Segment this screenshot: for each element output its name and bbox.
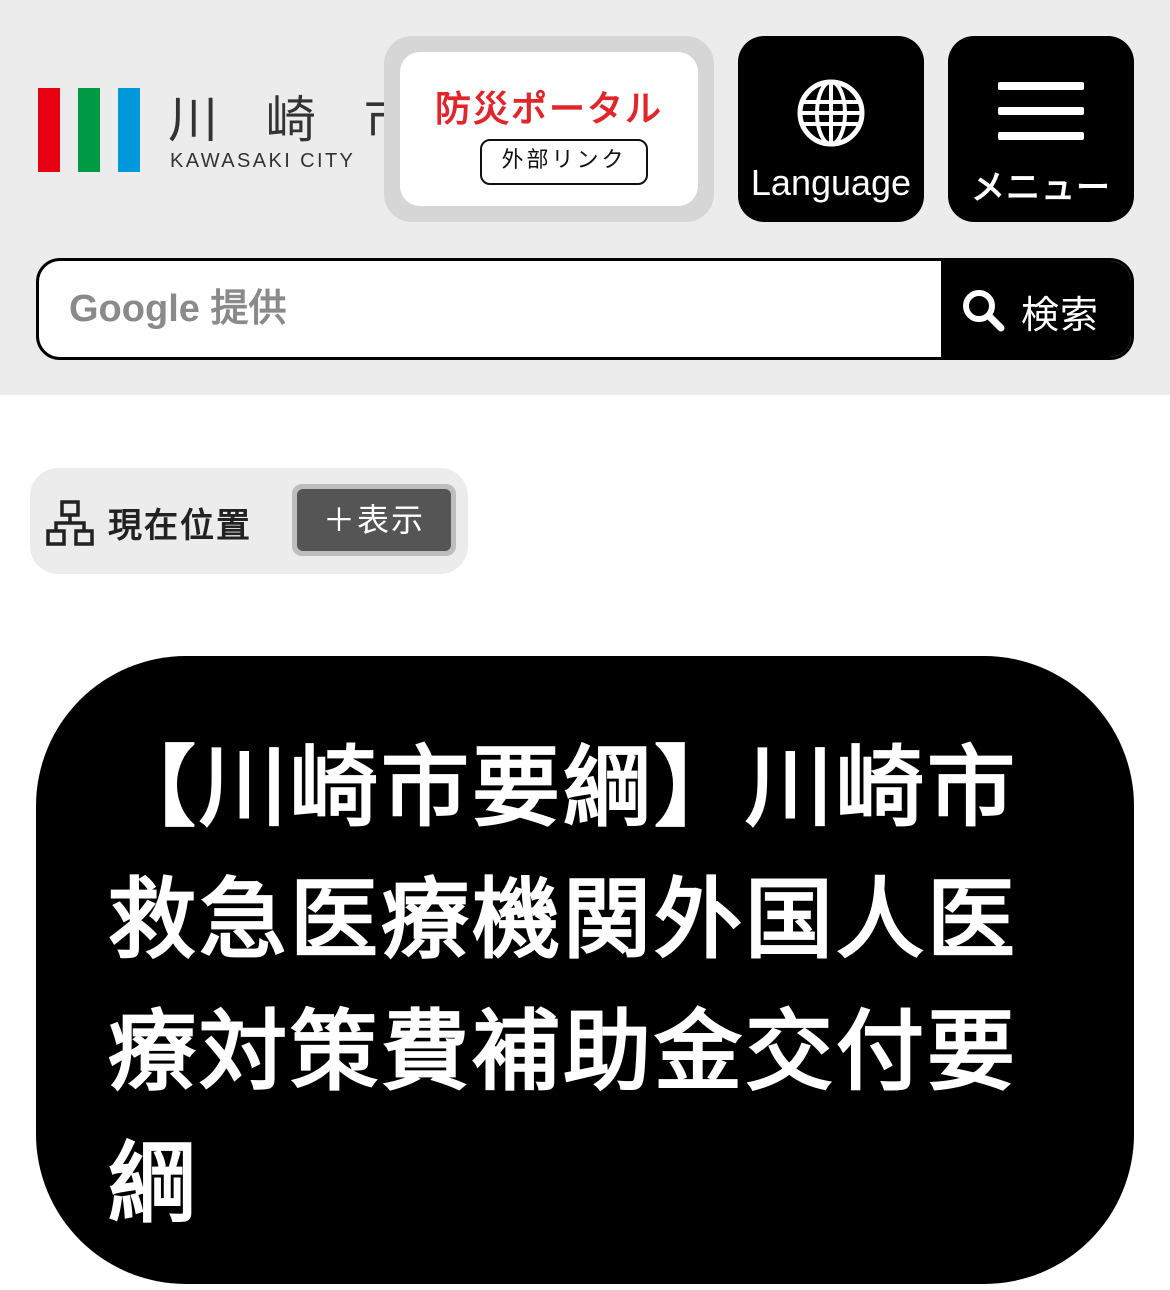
logo-roman-text: KAWASAKI CITY [170, 150, 356, 172]
menu-button-label: メニュー [971, 168, 1111, 208]
search-button-label: 検索 [1021, 293, 1100, 337]
breadcrumb: 現在位置 ＋表示 [30, 468, 468, 574]
language-button-label: Language [750, 162, 912, 203]
disaster-portal-link[interactable]: 防災ポータル 外部リンク [384, 36, 714, 222]
site-search: 検索 [36, 258, 1134, 360]
breadcrumb-show-button[interactable]: ＋表示 [297, 489, 451, 551]
disaster-portal-label: 防災ポータル [434, 89, 663, 130]
hamburger-icon [998, 82, 1084, 140]
site-header: 川 崎 市 KAWASAKI CITY 防災ポータル 外部リンク Languag… [0, 0, 1170, 395]
menu-button[interactable]: メニュー [948, 36, 1134, 222]
sitemap-icon [46, 500, 94, 546]
logo-bar-blue [118, 88, 140, 172]
external-link-badge: 外部リンク [480, 139, 648, 185]
breadcrumb-label: 現在位置 [108, 506, 252, 546]
language-button[interactable]: Language [738, 36, 924, 222]
logo-color-bars [36, 88, 146, 172]
search-input[interactable] [39, 261, 941, 357]
page-title: 【川崎市要綱】川崎市救急医療機関外国人医療対策費補助金交付要綱 [108, 736, 1019, 1235]
kawasaki-city-logo[interactable]: 川 崎 市 KAWASAKI CITY [36, 84, 414, 174]
search-button[interactable]: 検索 [941, 261, 1131, 357]
disaster-portal-card: 防災ポータル 外部リンク [400, 52, 698, 206]
breadcrumb-toggle-frame: ＋表示 [292, 484, 456, 556]
logo-bar-red [38, 88, 60, 172]
page-title-box: 【川崎市要綱】川崎市救急医療機関外国人医療対策費補助金交付要綱 [36, 656, 1134, 1284]
search-icon [963, 290, 1005, 332]
globe-icon [797, 79, 865, 147]
logo-bar-green [78, 88, 100, 172]
